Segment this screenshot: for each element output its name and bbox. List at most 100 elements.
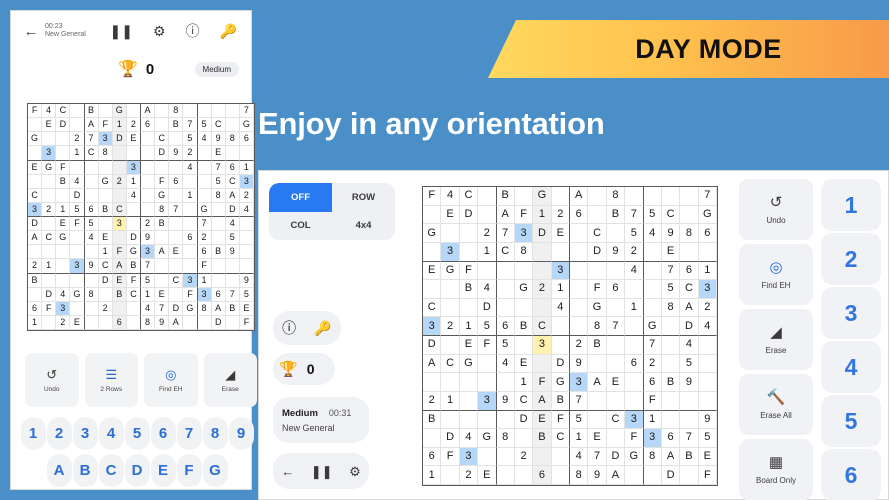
sudoku-cell[interactable] bbox=[441, 280, 460, 299]
sudoku-cell[interactable] bbox=[211, 231, 226, 246]
sudoku-cell[interactable]: C bbox=[84, 146, 99, 161]
sudoku-cell[interactable] bbox=[56, 132, 71, 147]
sudoku-cell[interactable]: G bbox=[239, 118, 254, 133]
sudoku-cell[interactable]: A bbox=[496, 205, 515, 225]
sudoku-cell[interactable]: 1 bbox=[570, 429, 589, 448]
sudoku-cell[interactable] bbox=[42, 132, 57, 147]
sudoku-cell[interactable] bbox=[98, 315, 113, 330]
sudoku-cell[interactable]: E bbox=[211, 146, 226, 161]
sudoku-cell[interactable] bbox=[239, 259, 254, 274]
sudoku-cell[interactable]: E bbox=[169, 245, 184, 260]
sudoku-cell[interactable] bbox=[514, 187, 534, 206]
sudoku-cell[interactable]: F bbox=[70, 217, 85, 232]
sudoku-cell[interactable]: D bbox=[126, 231, 141, 246]
sudoku-cell[interactable]: 8 bbox=[141, 315, 156, 330]
sudoku-cell[interactable] bbox=[239, 146, 254, 161]
sudoku-cell[interactable]: 4 bbox=[197, 132, 212, 147]
sudoku-cell[interactable]: 3 bbox=[239, 174, 254, 189]
sudoku-cell[interactable]: D bbox=[459, 205, 479, 225]
sudoku-cell[interactable]: G bbox=[514, 280, 534, 299]
letter-key-E[interactable]: E bbox=[150, 454, 176, 487]
sudoku-cell[interactable]: 8 bbox=[155, 202, 170, 217]
sudoku-cell[interactable] bbox=[661, 391, 681, 411]
sudoku-cell[interactable] bbox=[625, 280, 644, 299]
sudoku-cell[interactable]: A bbox=[141, 104, 156, 119]
sudoku-cell[interactable]: F bbox=[551, 410, 570, 430]
sudoku-cell[interactable]: B bbox=[606, 205, 626, 225]
sudoku-cell[interactable] bbox=[441, 336, 460, 355]
sudoku-cell[interactable] bbox=[197, 146, 212, 161]
sudoku-cell[interactable] bbox=[183, 259, 198, 274]
sudoku-cell[interactable]: 3 bbox=[533, 336, 552, 355]
sudoku-cell[interactable]: G bbox=[643, 317, 662, 336]
sudoku-cell[interactable]: D bbox=[42, 287, 57, 302]
sudoku-cell[interactable]: D bbox=[661, 466, 681, 485]
find-eh-button[interactable]: ◎ Find EH bbox=[739, 244, 813, 305]
sudoku-cell[interactable]: D bbox=[588, 242, 607, 262]
sudoku-cell[interactable] bbox=[680, 410, 699, 430]
sudoku-cell[interactable]: 4 bbox=[643, 224, 662, 243]
sudoku-cell[interactable]: B bbox=[459, 280, 479, 299]
tablet-number-key-5[interactable]: 5 bbox=[821, 395, 881, 447]
sudoku-cell[interactable] bbox=[514, 336, 534, 355]
sudoku-cell[interactable]: 5 bbox=[239, 287, 254, 302]
sudoku-cell[interactable] bbox=[643, 466, 662, 485]
sudoku-cell[interactable] bbox=[112, 188, 127, 203]
sudoku-cell[interactable]: G bbox=[155, 188, 170, 203]
sudoku-cell[interactable] bbox=[625, 466, 644, 485]
sudoku-cell[interactable]: F bbox=[643, 391, 662, 411]
sudoku-cell[interactable]: 4 bbox=[70, 174, 85, 189]
sudoku-cell[interactable]: 9 bbox=[680, 373, 699, 392]
sudoku-cell[interactable] bbox=[643, 298, 662, 318]
pause-icon[interactable]: ❚❚ bbox=[311, 465, 333, 478]
sudoku-cell[interactable]: 3 bbox=[570, 373, 589, 392]
sudoku-cell[interactable] bbox=[56, 146, 71, 161]
sudoku-cell[interactable]: 5 bbox=[70, 202, 85, 217]
sudoku-cell[interactable]: 1 bbox=[70, 146, 85, 161]
letter-key-C[interactable]: C bbox=[98, 454, 124, 487]
sudoku-cell[interactable]: 7 bbox=[570, 391, 589, 411]
sudoku-cell[interactable]: 9 bbox=[141, 231, 156, 246]
sudoku-cell[interactable] bbox=[126, 315, 141, 330]
sudoku-cell[interactable]: D bbox=[98, 273, 113, 288]
sudoku-cell[interactable] bbox=[423, 429, 442, 448]
sudoku-cell[interactable] bbox=[84, 188, 99, 203]
sudoku-cell[interactable] bbox=[141, 174, 156, 189]
sudoku-cell[interactable] bbox=[478, 205, 497, 225]
sudoku-cell[interactable] bbox=[606, 336, 626, 355]
sudoku-cell[interactable] bbox=[141, 132, 156, 147]
sudoku-cell[interactable] bbox=[28, 118, 43, 133]
sudoku-cell[interactable]: C bbox=[441, 354, 460, 374]
info-icon[interactable]: ⓘ bbox=[282, 321, 296, 335]
sudoku-cell[interactable] bbox=[225, 273, 240, 288]
sudoku-cell[interactable]: 3 bbox=[423, 317, 442, 336]
sudoku-cell[interactable]: 7 bbox=[155, 301, 170, 316]
sudoku-cell[interactable] bbox=[98, 160, 113, 175]
sudoku-cell[interactable]: 9 bbox=[606, 242, 626, 262]
sudoku-cell[interactable]: 8 bbox=[169, 104, 184, 119]
sudoku-cell[interactable]: 8 bbox=[606, 187, 626, 206]
sudoku-cell[interactable]: C bbox=[661, 205, 681, 225]
sudoku-cell[interactable]: 6 bbox=[606, 280, 626, 299]
sudoku-cell[interactable]: B bbox=[225, 301, 240, 316]
sudoku-cell[interactable] bbox=[70, 104, 85, 119]
sudoku-cell[interactable]: 2 bbox=[141, 217, 156, 232]
sudoku-cell[interactable]: 4 bbox=[141, 301, 156, 316]
sudoku-cell[interactable] bbox=[496, 261, 515, 281]
sudoku-cell[interactable]: 6 bbox=[570, 205, 589, 225]
sudoku-cell[interactable] bbox=[478, 373, 497, 392]
sudoku-cell[interactable]: A bbox=[169, 315, 184, 330]
sudoku-cell[interactable]: 7 bbox=[183, 118, 198, 133]
sudoku-cell[interactable] bbox=[514, 261, 534, 281]
sudoku-cell[interactable]: 4 bbox=[126, 188, 141, 203]
sudoku-cell[interactable]: G bbox=[459, 354, 479, 374]
sudoku-cell[interactable]: A bbox=[680, 298, 699, 318]
sudoku-cell[interactable] bbox=[570, 280, 589, 299]
sudoku-cell[interactable]: 6 bbox=[112, 315, 127, 330]
undo-button[interactable]: ↺ Undo bbox=[25, 353, 79, 407]
sudoku-cell[interactable]: 4 bbox=[84, 231, 99, 246]
sudoku-cell[interactable]: 4 bbox=[225, 217, 240, 232]
sudoku-cell[interactable]: F bbox=[478, 336, 497, 355]
sudoku-cell[interactable]: B bbox=[514, 317, 534, 336]
sudoku-cell[interactable] bbox=[84, 245, 99, 260]
